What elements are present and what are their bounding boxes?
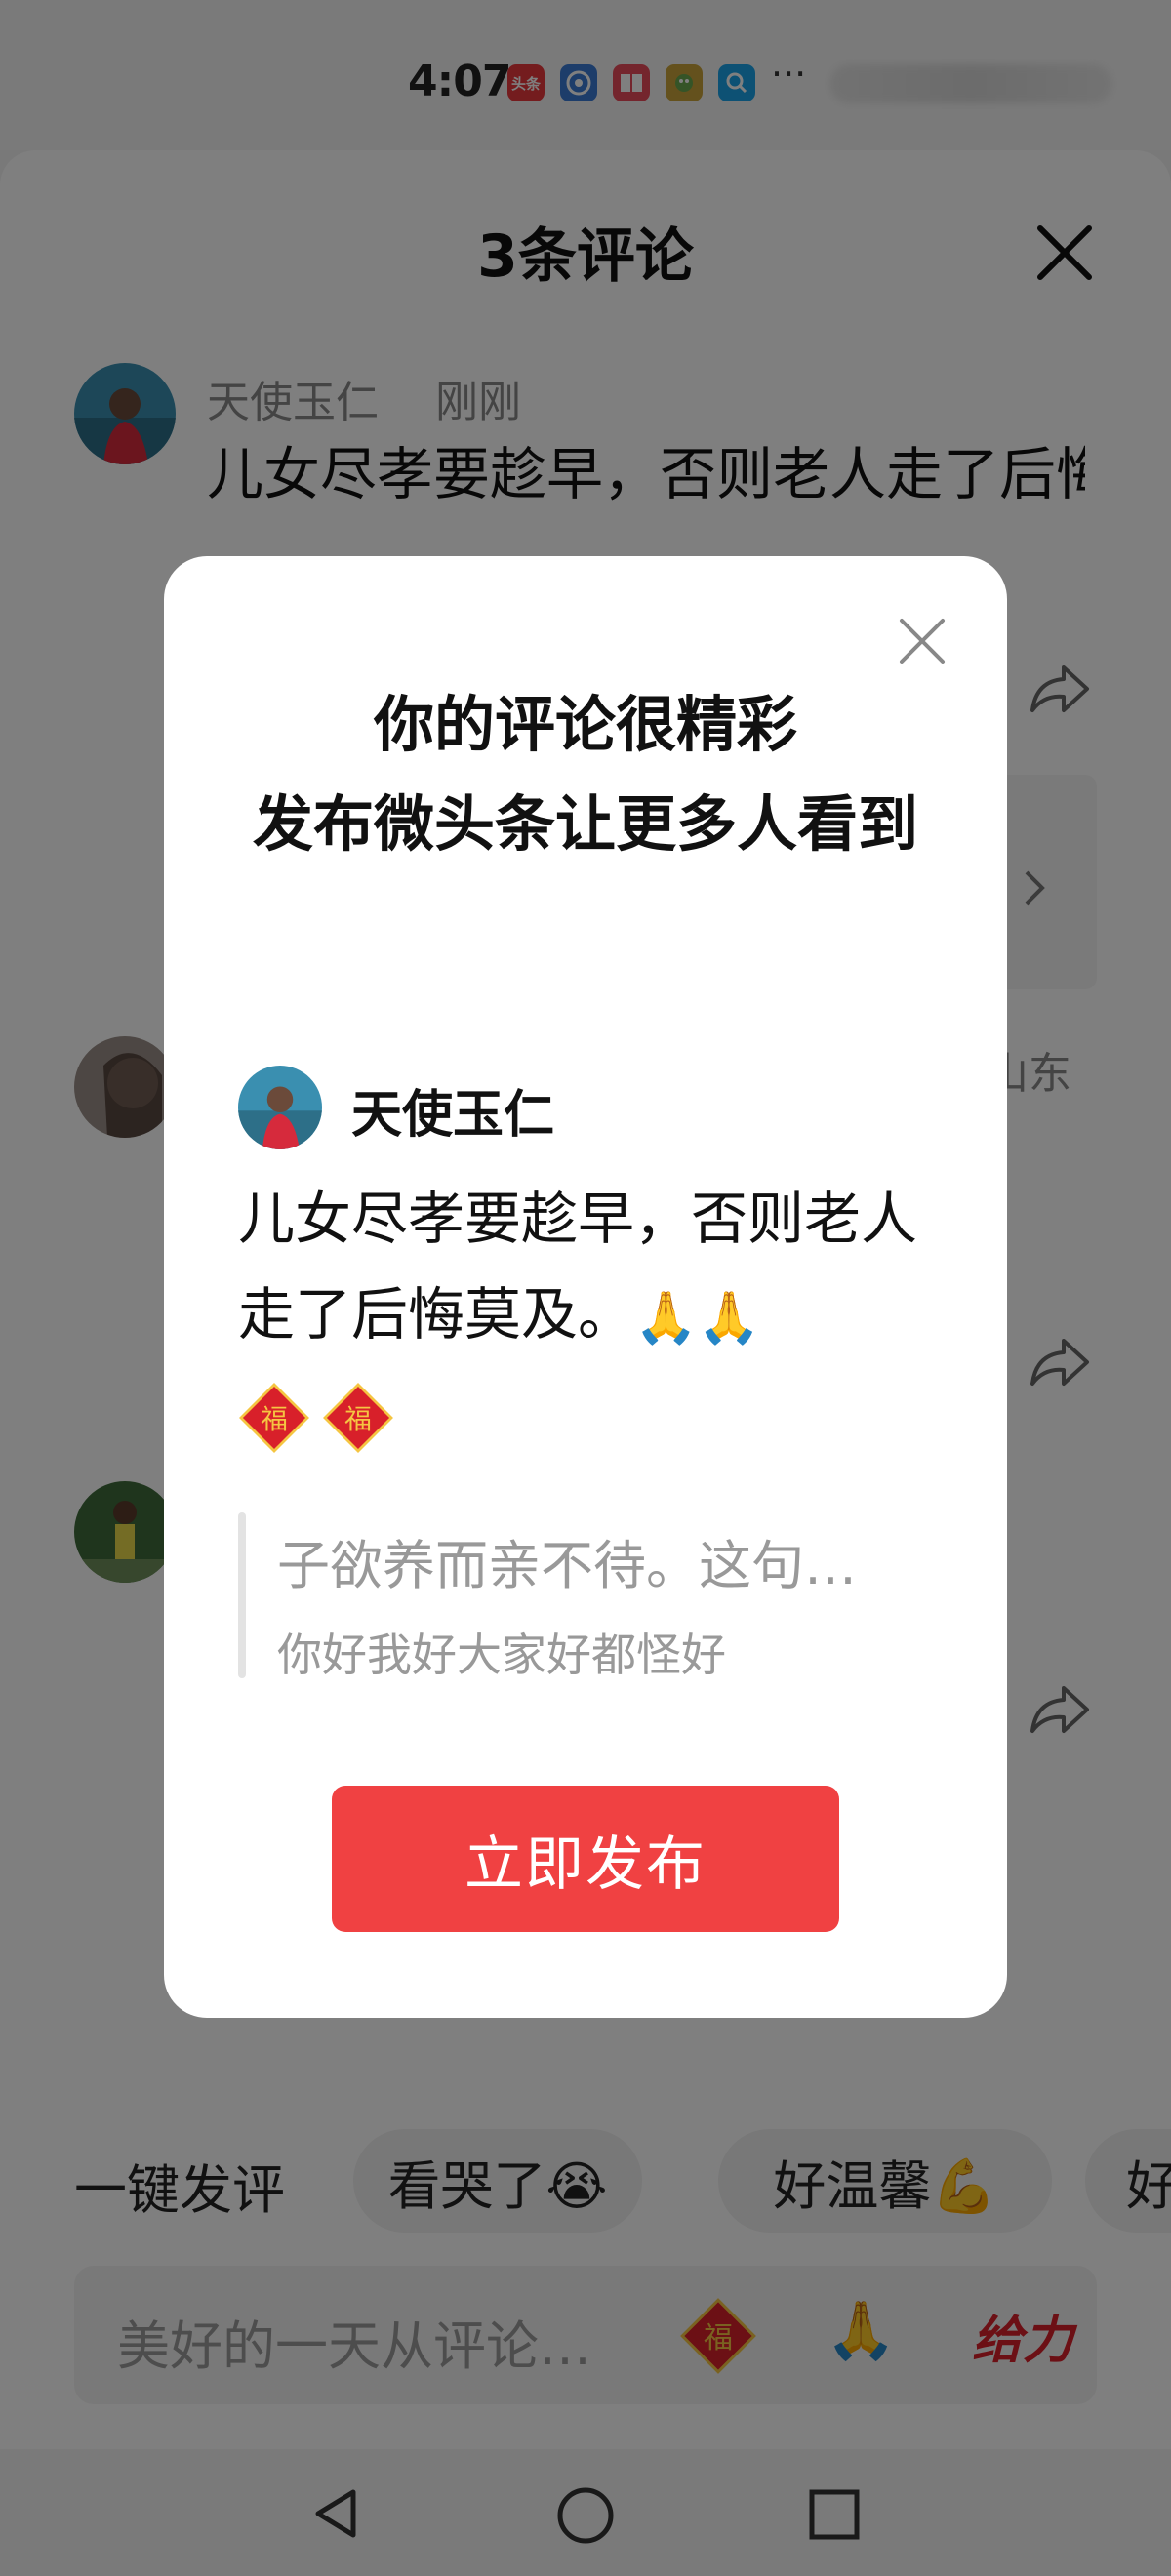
svg-text:福: 福 <box>261 1403 288 1435</box>
dialog-title-line2: 发布微头条让更多人看到 <box>252 788 918 860</box>
publish-button[interactable]: 立即发布 <box>332 1786 839 1932</box>
avatar <box>238 1066 322 1149</box>
svg-text:福: 福 <box>344 1403 372 1435</box>
dialog-title: 你的评论很精彩 发布微头条让更多人看到 <box>222 675 949 874</box>
publish-dialog: 你的评论很精彩 发布微头条让更多人看到 天使玉仁 儿女尽孝要趁早，否则老人走了后… <box>164 556 1007 2018</box>
dialog-comment-body: 儿女尽孝要趁早，否则老人走了后悔莫及。 <box>238 1186 918 1348</box>
dialog-author: 天使玉仁 <box>351 1086 555 1145</box>
quoted-article-author: 你好我好大家好都怪好 <box>277 1629 726 1681</box>
quote-bar <box>238 1512 246 1678</box>
close-icon[interactable] <box>894 613 950 669</box>
dialog-comment-text: 儿女尽孝要趁早，否则老人走了后悔莫及。🙏🙏 福 福 <box>238 1171 921 1462</box>
fu-emoji-icon: 福 <box>239 1382 309 1453</box>
quoted-article-title: 子欲养而亲不待。这句… <box>277 1535 857 1596</box>
pray-emoji-icon: 🙏🙏 <box>634 1288 761 1348</box>
nav-dim <box>0 2449 1171 2576</box>
dialog-title-line1: 你的评论很精彩 <box>373 689 797 760</box>
fu-emoji-icon: 福 <box>323 1382 393 1453</box>
